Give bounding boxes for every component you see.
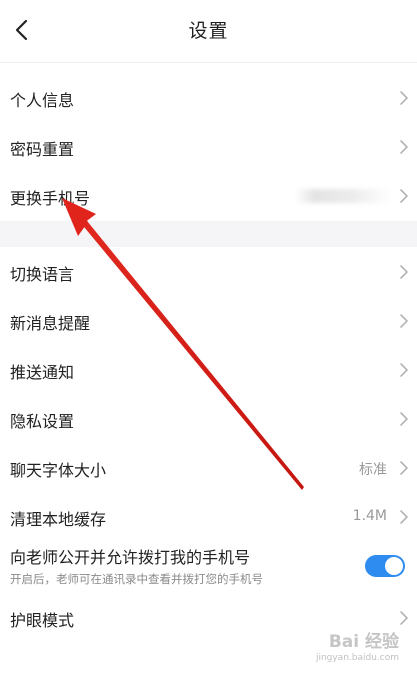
chevron-right-icon	[400, 363, 408, 377]
toggle-knob	[385, 557, 403, 575]
settings-item-label: 向老师公开并允许拨打我的手机号	[10, 548, 251, 567]
settings-item-privacy[interactable]: 隐私设置	[0, 394, 417, 443]
settings-item-label: 切换语言	[10, 265, 75, 284]
chevron-right-icon	[400, 611, 408, 625]
chevron-right-icon	[400, 265, 408, 279]
top-bar: 设置	[0, 0, 417, 62]
settings-item-label: 推送通知	[10, 363, 75, 382]
settings-item-label: 密码重置	[10, 140, 75, 159]
header-divider	[0, 62, 417, 63]
page-title: 设置	[188, 20, 229, 42]
settings-item-value: 标准	[359, 462, 387, 478]
settings-item-label: 聊天字体大小	[10, 461, 107, 480]
section-gap	[0, 221, 417, 247]
settings-item-value: 1.4M	[352, 508, 387, 524]
chevron-right-icon	[400, 314, 408, 328]
settings-item-description: 开启后，老师可在通讯录中查看并拨打您的手机号	[10, 572, 263, 586]
phone-visibility-toggle[interactable]	[365, 555, 405, 577]
settings-item-push-notification[interactable]: 推送通知	[0, 345, 417, 394]
settings-item-label: 清理本地缓存	[10, 510, 107, 529]
settings-item-switch-language[interactable]: 切换语言	[0, 247, 417, 296]
settings-item-new-message-alert[interactable]: 新消息提醒	[0, 296, 417, 345]
settings-item-phone-visibility: 向老师公开并允许拨打我的手机号 开启后，老师可在通讯录中查看并拨打您的手机号	[0, 540, 417, 594]
chevron-right-icon	[400, 91, 408, 105]
settings-item-password-reset[interactable]: 密码重置	[0, 122, 417, 171]
chevron-right-icon	[400, 510, 408, 524]
settings-item-eye-care-mode[interactable]: 护眼模式	[0, 594, 417, 642]
settings-item-label: 隐私设置	[10, 412, 75, 431]
settings-item-change-phone[interactable]: 更换手机号	[0, 171, 417, 220]
chevron-right-icon	[400, 189, 408, 203]
settings-item-personal-info[interactable]: 个人信息	[0, 74, 417, 122]
settings-item-clear-cache[interactable]: 清理本地缓存 1.4M	[0, 492, 417, 540]
obscured-phone-number	[295, 189, 391, 203]
settings-item-label: 护眼模式	[10, 611, 75, 630]
settings-item-label: 个人信息	[10, 91, 75, 110]
chevron-right-icon	[400, 140, 408, 154]
chevron-right-icon	[400, 412, 408, 426]
watermark-url: jingyan.baidu.com	[315, 653, 399, 663]
chevron-right-icon	[400, 461, 408, 475]
settings-item-chat-font-size[interactable]: 聊天字体大小 标准	[0, 443, 417, 492]
settings-item-label: 更换手机号	[10, 189, 91, 208]
settings-item-label: 新消息提醒	[10, 314, 91, 333]
